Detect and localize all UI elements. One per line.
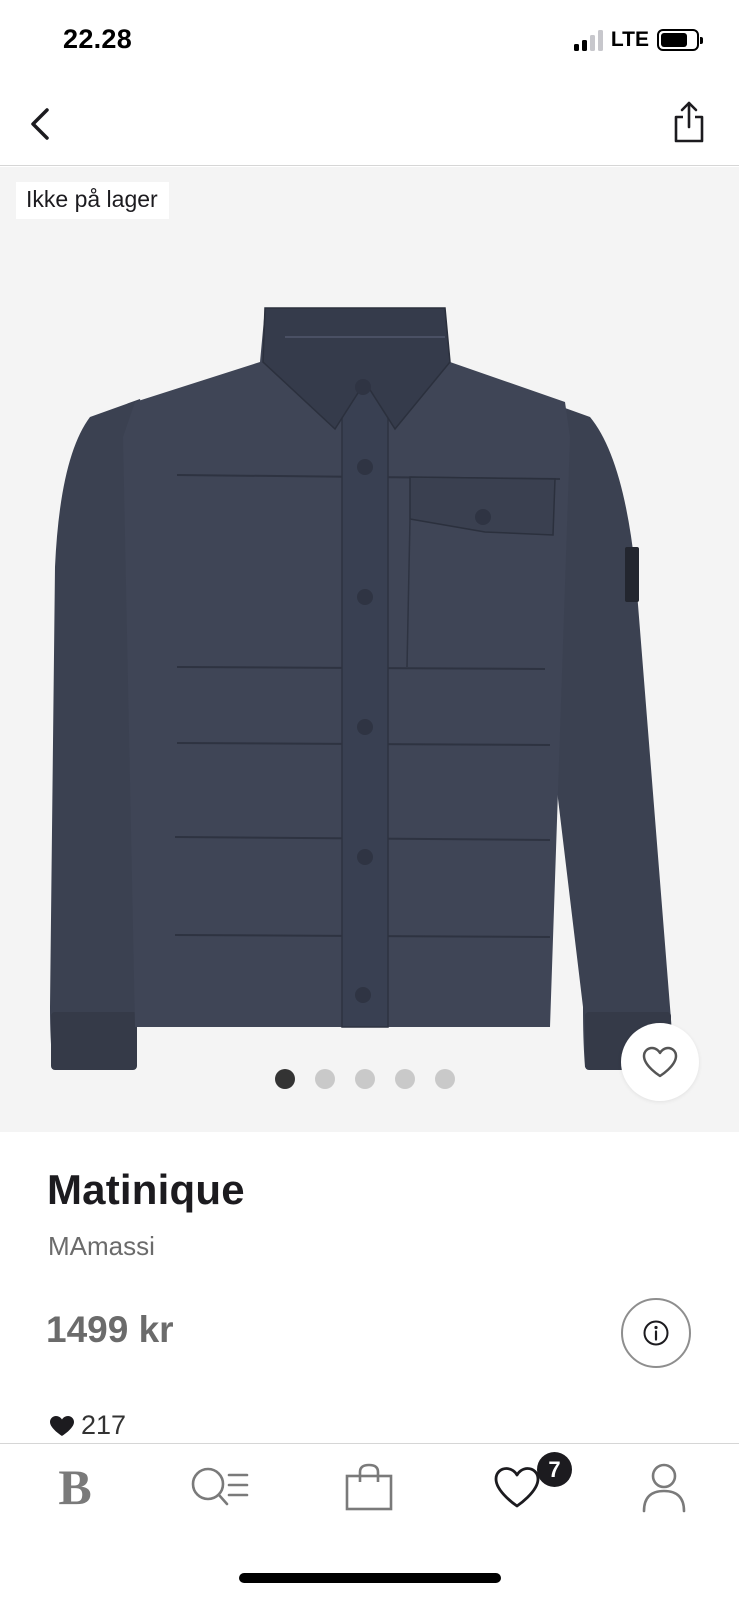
- heart-icon: [494, 1467, 540, 1508]
- shopping-bag-icon: [345, 1463, 393, 1511]
- tab-profile[interactable]: [624, 1458, 704, 1516]
- tab-favorites[interactable]: 7: [477, 1452, 572, 1516]
- likes-number: 217: [81, 1410, 127, 1440]
- user-icon: [642, 1463, 686, 1513]
- pagination-dot[interactable]: [434, 1069, 455, 1089]
- likes-count: 217: [49, 1410, 126, 1441]
- product-brand: Matinique: [47, 1166, 245, 1213]
- battery-icon: [657, 29, 703, 51]
- share-icon: [674, 101, 704, 143]
- tab-search[interactable]: [180, 1458, 260, 1516]
- nav-bar: [0, 82, 739, 166]
- pagination-dot[interactable]: [394, 1069, 415, 1089]
- status-time: 22.28: [63, 24, 133, 54]
- info-icon: [643, 1320, 669, 1346]
- network-type: LTE: [610, 28, 649, 51]
- favorites-count-badge: 7: [537, 1452, 572, 1487]
- heart-filled-icon: [50, 1415, 74, 1436]
- home-indicator[interactable]: [239, 1573, 501, 1583]
- brand-logo: B: [58, 1459, 92, 1515]
- product-price: 1499 kr: [46, 1309, 174, 1350]
- pagination-dot[interactable]: [354, 1069, 375, 1089]
- status-indicators: LTE: [573, 27, 703, 53]
- info-button[interactable]: [621, 1298, 691, 1368]
- share-button[interactable]: [669, 98, 709, 146]
- product-gallery[interactable]: Ikke på lager: [0, 167, 739, 1132]
- product-name: MAmassi: [48, 1231, 155, 1261]
- tab-bag[interactable]: [329, 1458, 409, 1516]
- tab-home[interactable]: B: [35, 1458, 115, 1516]
- battery-level: [661, 33, 687, 47]
- back-button[interactable]: [20, 102, 60, 146]
- product-image[interactable]: [45, 307, 695, 1097]
- status-bar: 22.28 LTE: [0, 0, 739, 82]
- pagination-dot[interactable]: [314, 1069, 335, 1089]
- search-list-icon: [191, 1467, 249, 1506]
- favorite-button[interactable]: [621, 1023, 699, 1101]
- stock-badge: Ikke på lager: [16, 182, 169, 219]
- pagination-dot[interactable]: [274, 1069, 295, 1089]
- chevron-left-icon: [31, 108, 49, 140]
- heart-outline-icon: [642, 1046, 678, 1078]
- signal-strength-icon: [573, 29, 603, 51]
